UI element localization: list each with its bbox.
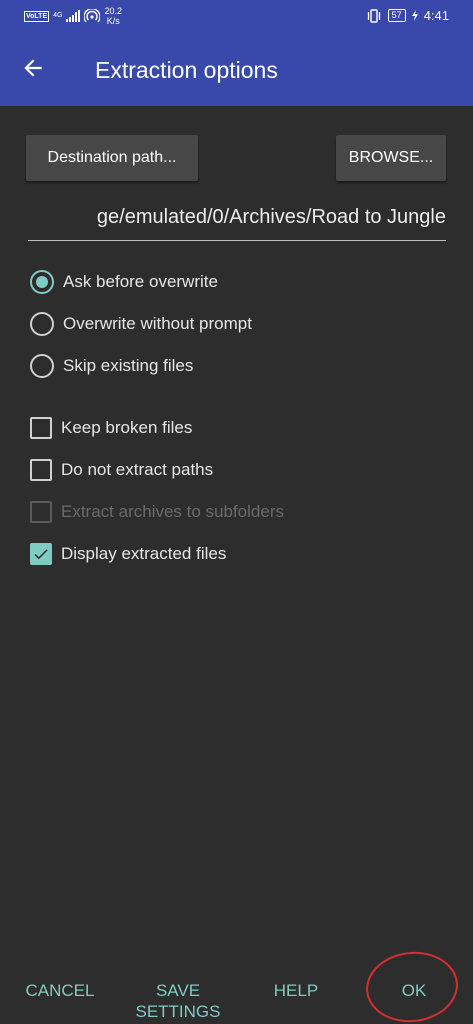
- radio-skip-existing-files[interactable]: Skip existing files: [30, 353, 193, 379]
- volte-indicator: VoLTE: [24, 10, 50, 22]
- charging-icon: [411, 10, 418, 21]
- status-right: 57 4:41: [366, 8, 449, 23]
- check-icon: [34, 549, 48, 560]
- ok-button[interactable]: OK: [392, 980, 436, 1001]
- checkbox-label: Extract archives to subfolders: [61, 502, 284, 521]
- save-settings-button[interactable]: SAVE SETTINGS: [128, 980, 228, 1022]
- radio-button-selected[interactable]: [30, 270, 54, 294]
- status-left: VoLTE 4G 20.2 K/s: [24, 6, 122, 26]
- app-bar: Extraction options: [0, 33, 473, 106]
- signal-icon: [66, 10, 81, 22]
- network-speed: 20.2 K/s: [104, 6, 122, 26]
- radio-overwrite-without-prompt[interactable]: Overwrite without prompt: [30, 311, 252, 337]
- checkbox-do-not-extract-paths[interactable]: Do not extract paths: [30, 457, 213, 483]
- radio-button[interactable]: [30, 354, 54, 378]
- page-title: Extraction options: [95, 57, 278, 83]
- clock: 4:41: [423, 8, 449, 23]
- checkbox-keep-broken-files[interactable]: Keep broken files: [30, 415, 192, 441]
- checkbox-label: Display extracted files: [61, 544, 227, 563]
- status-bar: VoLTE 4G 20.2 K/s 57 4:41: [0, 0, 473, 33]
- checkbox-display-extracted-files[interactable]: Display extracted files: [30, 541, 226, 567]
- option-label: Skip existing files: [63, 356, 194, 375]
- help-button[interactable]: HELP: [268, 980, 324, 1001]
- checkbox-checked[interactable]: [30, 543, 52, 565]
- hotspot-icon: [84, 9, 101, 23]
- battery-level: 57: [387, 9, 406, 22]
- save-settings-line2: SETTINGS: [135, 1002, 221, 1021]
- extraction-options-screen: VoLTE 4G 20.2 K/s 57 4:41 Extraction opt…: [0, 0, 473, 1024]
- arrow-back-icon: [24, 59, 42, 77]
- save-settings-line1: SAVE: [155, 981, 201, 1000]
- browse-button[interactable]: BROWSE...: [336, 135, 446, 181]
- checkbox-label: Do not extract paths: [61, 460, 214, 479]
- speed-unit: K/s: [106, 16, 120, 26]
- radio-ask-before-overwrite[interactable]: Ask before overwrite: [30, 269, 218, 295]
- destination-path-field[interactable]: ge/emulated/0/Archives/Road to Jungle: [28, 200, 446, 241]
- destination-path-button[interactable]: Destination path...: [26, 135, 198, 181]
- checkbox[interactable]: [30, 459, 52, 481]
- option-label: Ask before overwrite: [63, 272, 218, 291]
- back-button[interactable]: [20, 55, 52, 85]
- checkbox-disabled: [30, 501, 52, 523]
- cancel-button[interactable]: CANCEL: [22, 980, 98, 1001]
- checkbox[interactable]: [30, 417, 52, 439]
- checkbox-extract-archives-to-subfolders: Extract archives to subfolders: [30, 499, 284, 525]
- option-label: Overwrite without prompt: [63, 314, 252, 333]
- vibrate-icon: [367, 8, 380, 23]
- network-type: 4G: [53, 12, 63, 19]
- checkbox-label: Keep broken files: [61, 418, 193, 437]
- speed-value: 20.2: [104, 6, 123, 16]
- radio-button[interactable]: [30, 312, 54, 336]
- destination-path-value: ge/emulated/0/Archives/Road to Jungle: [96, 206, 446, 228]
